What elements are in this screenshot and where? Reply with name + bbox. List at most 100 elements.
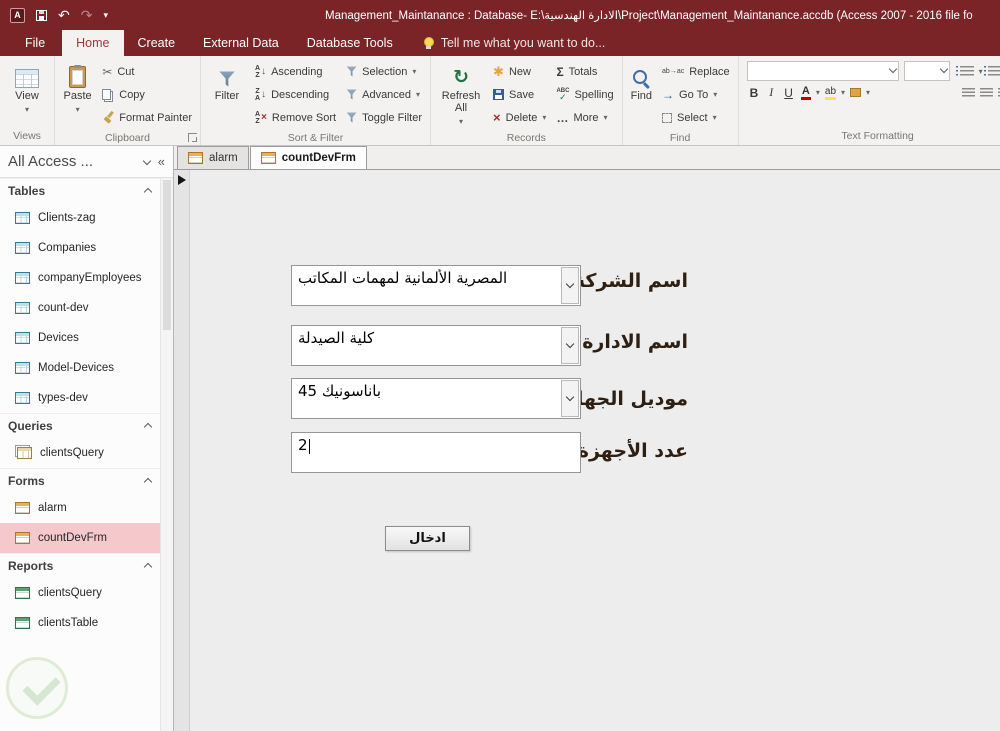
nav-item-companyemployees[interactable]: companyEmployees	[0, 263, 160, 293]
nav-item-devices[interactable]: Devices	[0, 323, 160, 353]
spelling-button[interactable]: ABC ✓ Spelling	[552, 83, 617, 106]
sort-za-down-icon: Z A ↓	[255, 87, 267, 102]
nav-section-header-reports[interactable]: Reports	[0, 553, 160, 578]
highlight-color-button[interactable]: ab	[824, 86, 837, 100]
access-app-icon	[10, 7, 25, 23]
nav-section-header-forms[interactable]: Forms	[0, 468, 160, 493]
nav-item-clients-zag[interactable]: Clients-zag	[0, 203, 160, 233]
record-selector-bar[interactable]	[174, 170, 190, 731]
align-left-button[interactable]	[961, 87, 975, 98]
nav-item-alarm[interactable]: alarm	[0, 493, 160, 523]
nav-item-clientsquery-report[interactable]: clientsQuery	[0, 578, 160, 608]
nav-menu-chevron-icon[interactable]	[142, 156, 152, 165]
device-count-textbox[interactable]: 2	[291, 432, 581, 473]
copy-button[interactable]: Copy	[98, 83, 196, 106]
nav-item-model-devices[interactable]: Model-Devices	[0, 353, 160, 383]
toggle-filter-button[interactable]: Toggle Filter	[342, 106, 426, 129]
paste-button[interactable]: Paste ▾	[59, 58, 96, 129]
refresh-icon: ↻	[453, 67, 469, 88]
combo-dropdown-button[interactable]	[561, 267, 579, 304]
tab-create[interactable]: Create	[124, 30, 190, 56]
table-icon	[15, 392, 30, 404]
underline-button[interactable]: U	[781, 86, 796, 100]
nav-item-count-dev[interactable]: count-dev	[0, 293, 160, 323]
funnel-icon	[219, 71, 235, 87]
undo-button[interactable]: ↶	[58, 7, 70, 24]
report-icon	[15, 587, 30, 599]
ascending-button[interactable]: A Z ↓ Ascending	[251, 60, 340, 83]
chevron-down-icon: ▾	[712, 113, 717, 122]
tab-countdevfrm[interactable]: countDevFrm	[249, 146, 367, 169]
replace-button[interactable]: ab→ac Replace	[658, 60, 734, 83]
align-center-button[interactable]	[979, 87, 993, 98]
red-x-icon: ×	[493, 109, 501, 125]
delete-record-button[interactable]: × Delete ▾	[489, 106, 550, 129]
nav-item-companies[interactable]: Companies	[0, 233, 160, 263]
go-to-button[interactable]: → Go To ▾	[658, 83, 734, 106]
field-label-device-count: عدد الأجهزة	[577, 440, 688, 462]
nav-body: Tables Clients-zag Companies companyEmpl…	[0, 178, 160, 731]
save-button[interactable]	[36, 9, 47, 21]
tab-database-tools[interactable]: Database Tools	[293, 30, 407, 56]
field-label-administration: اسم الادارة	[582, 331, 688, 353]
tab-alarm[interactable]: alarm	[177, 146, 249, 169]
funnel-icon	[346, 112, 357, 123]
clipboard-dialog-launcher-icon[interactable]	[188, 133, 197, 142]
remove-sort-icon: A Z ×	[255, 110, 267, 125]
report-icon	[15, 617, 30, 629]
bullets-icon[interactable]	[955, 65, 974, 77]
redo-button[interactable]: ↷	[81, 7, 93, 24]
font-size-combo[interactable]	[903, 61, 950, 81]
company-name-combo[interactable]: المصرية الألمانية لمهمات المكاتب	[291, 265, 581, 306]
selection-box-icon	[662, 112, 673, 123]
text-formatting-group: ▾ ▾ B I U A ▾ ab ▾ ▾	[739, 56, 1000, 145]
nav-item-clientstable-report[interactable]: clientsTable	[0, 608, 160, 638]
view-button[interactable]: View ▾	[4, 58, 50, 127]
new-record-button[interactable]: ✱ New	[489, 60, 550, 83]
chevron-down-icon	[565, 339, 575, 349]
nav-item-types-dev[interactable]: types-dev	[0, 383, 160, 413]
nav-scrollbar-thumb[interactable]	[163, 180, 171, 330]
table-icon	[15, 242, 30, 254]
document-tab-bar: alarm countDevFrm	[174, 146, 1000, 170]
nav-item-countdevfrm[interactable]: countDevFrm	[0, 523, 160, 553]
nav-section-header-queries[interactable]: Queries	[0, 413, 160, 438]
select-button[interactable]: Select ▾	[658, 106, 734, 129]
remove-sort-button[interactable]: A Z × Remove Sort	[251, 106, 340, 129]
more-button[interactable]: … More ▾	[552, 106, 617, 129]
navigation-pane: All Access ... « Tables Clients-zag Comp…	[0, 146, 174, 731]
records-group: ↻ Refresh All ▾ ✱ New Save × Delete ▾ Σ Tota…	[431, 56, 623, 145]
cut-button[interactable]: ✂ Cut	[98, 60, 196, 83]
background-color-button[interactable]	[850, 88, 862, 97]
save-record-button[interactable]: Save	[489, 83, 550, 106]
font-color-button[interactable]: A	[800, 85, 811, 100]
chevron-down-icon	[939, 64, 948, 74]
advanced-button[interactable]: Advanced ▾	[342, 83, 426, 106]
group-label-views: Views	[13, 130, 41, 142]
totals-button[interactable]: Σ Totals	[552, 60, 617, 83]
tab-home[interactable]: Home	[62, 30, 124, 56]
font-name-combo[interactable]	[746, 61, 899, 81]
descending-button[interactable]: Z A ↓ Descending	[251, 83, 340, 106]
device-model-combo[interactable]: باناسونيك 45	[291, 378, 581, 419]
nav-section-header-tables[interactable]: Tables	[0, 178, 160, 203]
customize-quick-access-icon[interactable]: ▾	[103, 10, 108, 21]
filter-button[interactable]: Filter	[205, 58, 249, 129]
tab-file[interactable]: File	[8, 30, 62, 56]
nav-scrollbar[interactable]	[160, 178, 173, 731]
administration-name-combo[interactable]: كلية الصيدلة	[291, 325, 581, 366]
bold-button[interactable]: B	[747, 86, 762, 100]
tell-me-box[interactable]: Tell me what you want to do...	[423, 30, 605, 56]
find-button[interactable]: Find	[627, 58, 656, 129]
nav-item-clientsquery[interactable]: clientsQuery	[0, 438, 160, 468]
combo-dropdown-button[interactable]	[561, 327, 579, 364]
shutter-bar-close-icon[interactable]: «	[158, 154, 165, 169]
tab-external-data[interactable]: External Data	[189, 30, 293, 56]
italic-button[interactable]: I	[766, 85, 776, 100]
selection-button[interactable]: Selection ▾	[342, 60, 426, 83]
numbering-icon[interactable]	[983, 65, 1000, 77]
refresh-all-button[interactable]: ↻ Refresh All ▾	[435, 58, 487, 129]
submit-button[interactable]: ادخال	[385, 526, 470, 551]
combo-dropdown-button[interactable]	[561, 380, 579, 417]
format-painter-button[interactable]: Format Painter	[98, 106, 196, 129]
